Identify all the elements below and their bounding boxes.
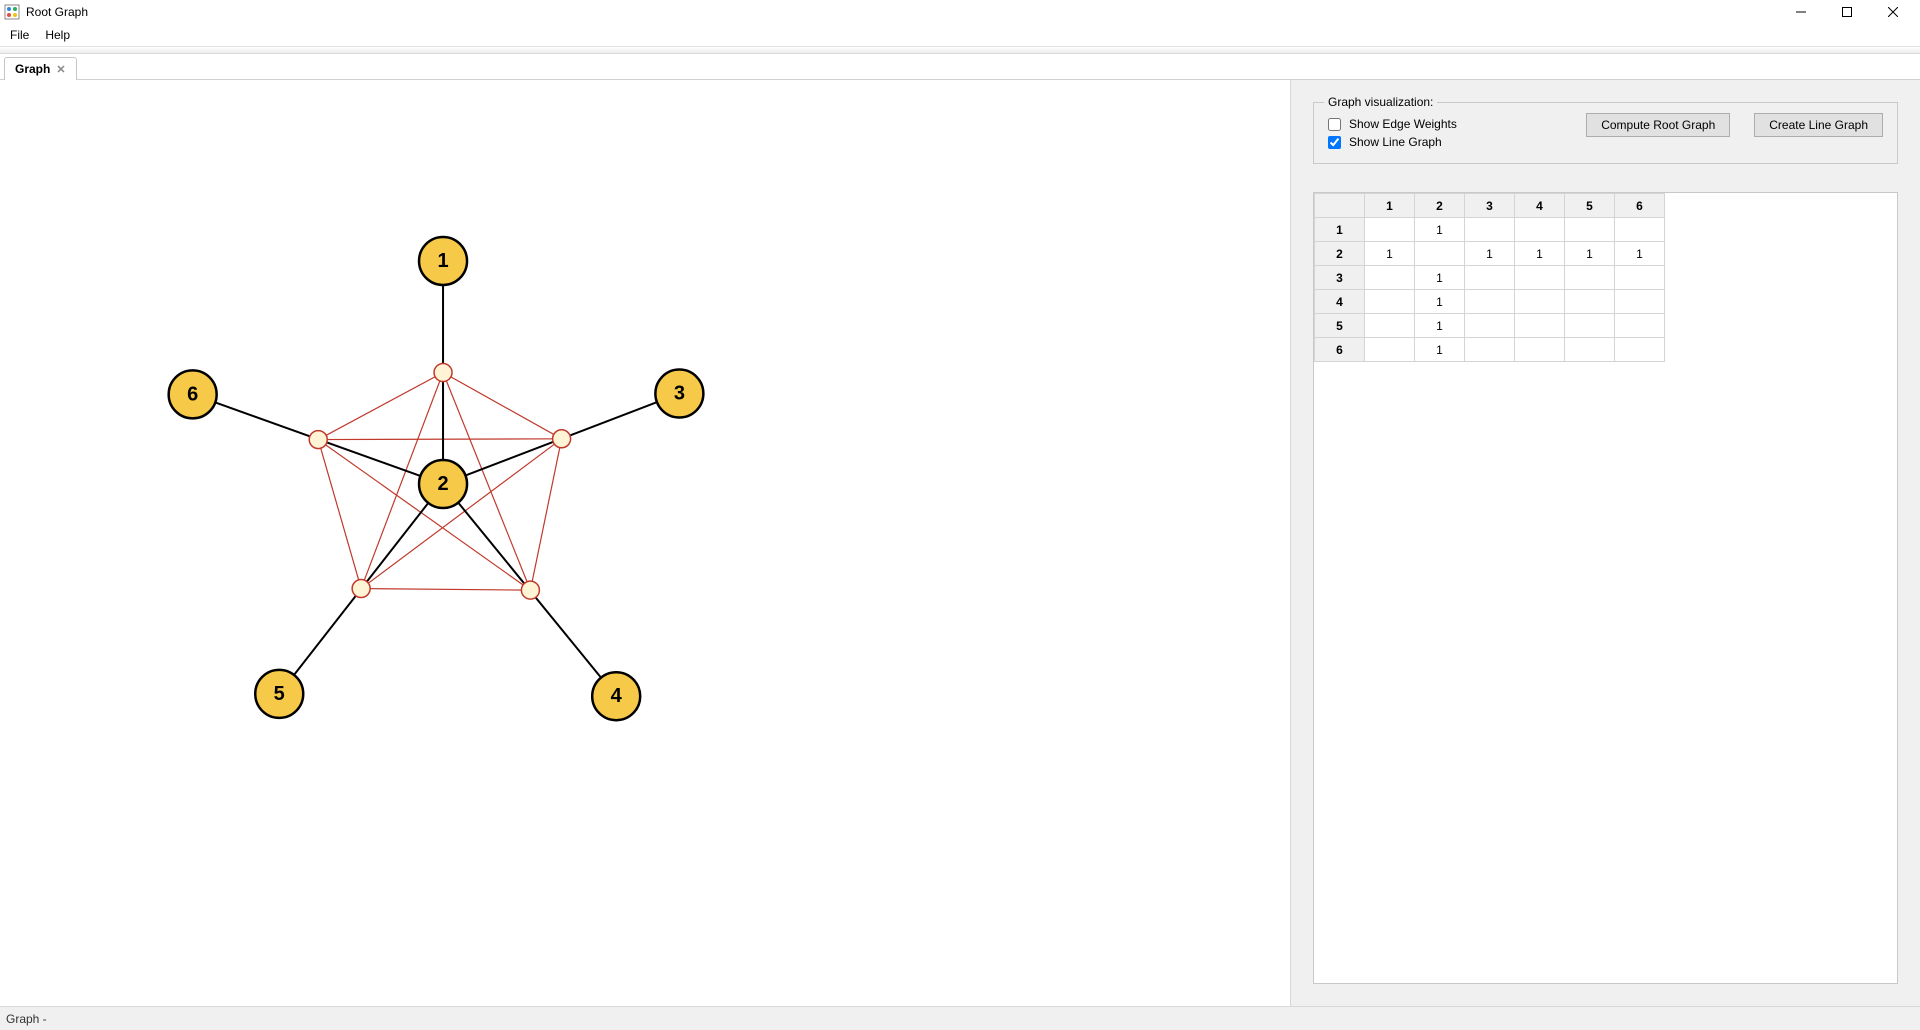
compute-root-graph-button[interactable]: Compute Root Graph	[1586, 113, 1730, 137]
table-row-header: 6	[1315, 338, 1365, 362]
table-col-header: 2	[1415, 194, 1465, 218]
table-cell[interactable]	[1365, 218, 1415, 242]
table-cell[interactable]	[1465, 314, 1515, 338]
table-cell[interactable]	[1365, 314, 1415, 338]
table-cell[interactable]	[1465, 266, 1515, 290]
table-cell[interactable]	[1615, 314, 1665, 338]
table-cell[interactable]	[1615, 218, 1665, 242]
table-cell[interactable]	[1365, 266, 1415, 290]
node-label: 4	[611, 685, 623, 707]
line-graph-node[interactable]	[553, 430, 571, 448]
table-cell[interactable]	[1515, 290, 1565, 314]
tab-label: Graph	[15, 62, 50, 76]
table-corner	[1315, 194, 1365, 218]
checkbox-label: Show Line Graph	[1349, 135, 1442, 149]
table-cell[interactable]	[1515, 314, 1565, 338]
table-cell[interactable]	[1615, 338, 1665, 362]
table-cell[interactable]: 1	[1415, 218, 1465, 242]
menu-help[interactable]: Help	[37, 26, 78, 44]
table-cell[interactable]: 1	[1465, 242, 1515, 266]
tabbar: Graph ✕	[0, 54, 1920, 80]
node-label: 5	[274, 683, 285, 705]
side-panel: Graph visualization: Show Edge Weights S…	[1291, 80, 1920, 1006]
app-icon	[4, 4, 20, 20]
table-row-header: 3	[1315, 266, 1365, 290]
table-cell[interactable]: 1	[1365, 242, 1415, 266]
table-cell[interactable]	[1365, 290, 1415, 314]
table-cell[interactable]: 1	[1615, 242, 1665, 266]
visualization-groupbox: Graph visualization: Show Edge Weights S…	[1313, 102, 1898, 164]
table-cell[interactable]	[1465, 338, 1515, 362]
close-icon[interactable]: ✕	[56, 63, 65, 76]
table-cell[interactable]	[1515, 338, 1565, 362]
table-cell[interactable]	[1565, 290, 1615, 314]
table-row: 31	[1315, 266, 1665, 290]
table-cell[interactable]: 1	[1415, 314, 1465, 338]
table-row: 51	[1315, 314, 1665, 338]
toolbar-strip	[0, 46, 1920, 54]
line-graph-node[interactable]	[352, 580, 370, 598]
table-cell[interactable]: 1	[1515, 242, 1565, 266]
minimize-button[interactable]	[1778, 0, 1824, 24]
statusbar: Graph -	[0, 1006, 1920, 1030]
table-cell[interactable]	[1615, 290, 1665, 314]
statusbar-text: Graph -	[6, 1012, 47, 1026]
checkbox-input[interactable]	[1328, 118, 1341, 131]
table-row-header: 2	[1315, 242, 1365, 266]
window-controls	[1778, 0, 1916, 24]
titlebar: Root Graph	[0, 0, 1920, 24]
table-cell[interactable]: 1	[1415, 290, 1465, 314]
table-cell[interactable]	[1565, 266, 1615, 290]
table-cell[interactable]	[1565, 314, 1615, 338]
table-cell[interactable]	[1465, 290, 1515, 314]
node-label: 6	[187, 383, 198, 405]
table-row: 41	[1315, 290, 1665, 314]
table-row-header: 1	[1315, 218, 1365, 242]
close-button[interactable]	[1870, 0, 1916, 24]
window-title: Root Graph	[26, 5, 1778, 19]
table-col-header: 1	[1365, 194, 1415, 218]
line-graph-node[interactable]	[521, 581, 539, 599]
node-label: 1	[437, 250, 448, 272]
table-row-header: 4	[1315, 290, 1365, 314]
table-col-header: 4	[1515, 194, 1565, 218]
table-cell[interactable]: 1	[1415, 338, 1465, 362]
table-cell[interactable]	[1565, 338, 1615, 362]
table-row: 11	[1315, 218, 1665, 242]
line-graph-node[interactable]	[309, 431, 327, 449]
table-col-header: 6	[1615, 194, 1665, 218]
table-row: 61	[1315, 338, 1665, 362]
table-col-header: 5	[1565, 194, 1615, 218]
graph-svg[interactable]: 1 2 3 4 5 6	[0, 80, 1290, 1006]
groupbox-legend: Graph visualization:	[1324, 95, 1437, 109]
table-cell[interactable]	[1365, 338, 1415, 362]
table-cell[interactable]	[1615, 266, 1665, 290]
table-row-header: 5	[1315, 314, 1365, 338]
tab-graph[interactable]: Graph ✕	[4, 57, 77, 80]
create-line-graph-button[interactable]: Create Line Graph	[1754, 113, 1883, 137]
table-row: 211111	[1315, 242, 1665, 266]
checkbox-input[interactable]	[1328, 136, 1341, 149]
checkbox-label: Show Edge Weights	[1349, 117, 1457, 131]
table-cell[interactable]	[1565, 218, 1615, 242]
table-cell[interactable]	[1465, 218, 1515, 242]
adjacency-table[interactable]: 1234561121111131415161	[1314, 193, 1665, 362]
node-label: 3	[674, 383, 685, 405]
table-cell[interactable]	[1515, 218, 1565, 242]
checkbox-show-edge-weights[interactable]: Show Edge Weights	[1328, 117, 1457, 131]
graph-canvas[interactable]: 1 2 3 4 5 6	[0, 80, 1291, 1006]
table-cell[interactable]: 1	[1415, 266, 1465, 290]
maximize-button[interactable]	[1824, 0, 1870, 24]
adjacency-table-wrap: 1234561121111131415161	[1313, 192, 1898, 984]
line-graph-node[interactable]	[434, 364, 452, 382]
table-cell[interactable]: 1	[1565, 242, 1615, 266]
menu-file[interactable]: File	[2, 26, 37, 44]
table-cell[interactable]	[1515, 266, 1565, 290]
table-cell[interactable]	[1415, 242, 1465, 266]
menubar: File Help	[0, 24, 1920, 46]
table-col-header: 3	[1465, 194, 1515, 218]
content: 123456 Graph visualization: Show Edge We…	[0, 80, 1920, 1006]
checkbox-show-line-graph[interactable]: Show Line Graph	[1328, 135, 1457, 149]
node-label: 2	[437, 473, 448, 495]
